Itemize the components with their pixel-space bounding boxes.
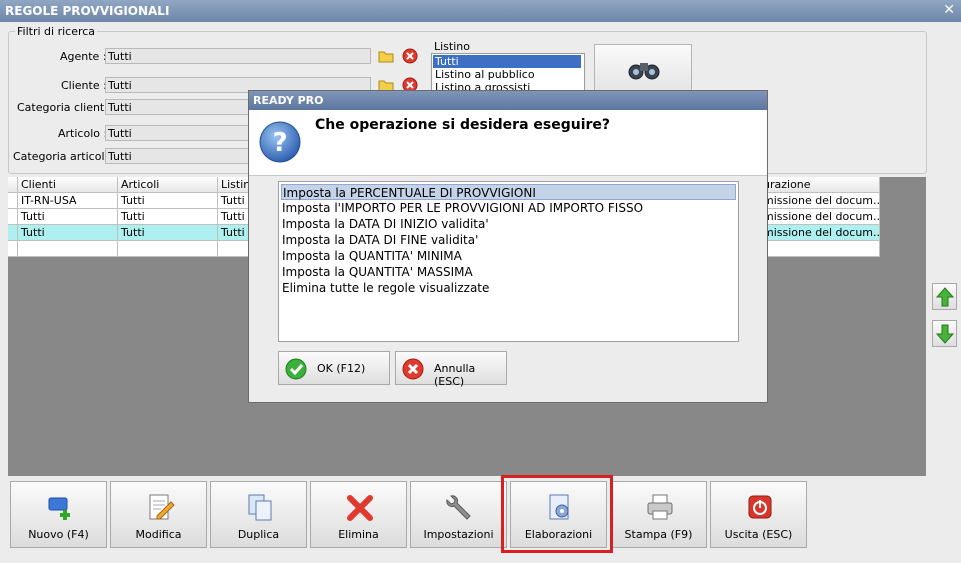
table-cell[interactable] [760,241,880,257]
dialog-title-bar: READY PRO [249,91,767,110]
list-item[interactable]: Imposta la DATA DI FINE validita' [281,232,736,248]
ok-label: OK (F12) [317,362,366,375]
uscita-label: Uscita (ESC) [724,528,793,541]
list-item[interactable]: Imposta la QUANTITA' MASSIMA [281,264,736,280]
arrow-down-icon [936,324,954,344]
printer-icon [647,494,673,520]
listino-option[interactable]: Listino al pubblico [433,68,581,81]
clear-icon[interactable] [401,47,419,65]
duplicate-icon [248,494,272,521]
binoculars-icon [628,63,660,80]
nuovo-label: Nuovo (F4) [28,528,89,541]
table-cell[interactable]: IT-RN-USA [18,193,118,209]
modifica-label: Modifica [135,528,182,541]
ok-button[interactable]: OK (F12) [278,351,390,385]
impostazioni-button[interactable]: Impostazioni [410,481,507,548]
column-header-articoli[interactable]: Articoli [118,177,218,193]
highlight-box [501,475,613,553]
table-cell[interactable]: Tutti [118,225,218,241]
operation-dialog: READY PRO ? Che operazione si desidera e… [248,90,768,403]
row-indicator [8,225,18,241]
column-header-clienti[interactable]: Clienti [18,177,118,193]
listino-label: Listino [434,40,470,53]
check-icon [285,358,307,380]
categoria-articoli-field[interactable]: Tutti [105,148,250,164]
impostazioni-label: Impostazioni [423,528,494,541]
row-header-corner [8,177,18,193]
operations-list[interactable]: Imposta la PERCENTUALE DI PROVVIGIONI Im… [278,181,739,342]
new-icon [48,497,70,520]
cliente-label: Cliente : [61,79,107,92]
listino-option[interactable]: Tutti [433,55,581,68]
agente-label: Agente : [60,50,107,63]
table-cell[interactable]: Tutti [18,209,118,225]
table-cell[interactable]: Tutti [18,225,118,241]
categoria-clienti-field[interactable]: Tutti [105,99,250,115]
svg-text:?: ? [272,128,287,158]
modifica-button[interactable]: Modifica [110,481,207,548]
cancel-icon [402,358,424,380]
close-icon[interactable]: ✕ [943,2,955,18]
stampa-button[interactable]: Stampa (F9) [610,481,707,548]
move-down-button[interactable] [932,320,957,347]
categoria-clienti-label: Categoria clienti : [17,101,115,114]
delete-icon [347,495,373,521]
table-cell[interactable] [18,241,118,257]
nuovo-button[interactable]: Nuovo (F4) [10,481,107,548]
elimina-label: Elimina [338,528,379,541]
row-indicator [8,241,18,257]
column-header-durazione[interactable]: urazione [760,177,880,193]
table-cell[interactable]: missione del docum... [760,225,880,241]
listino-listbox[interactable]: Tutti Listino al pubblico Listino a gros… [431,53,585,93]
move-up-button[interactable] [932,283,957,310]
row-indicator [8,209,18,225]
list-item[interactable]: Imposta la DATA DI INIZIO validita' [281,216,736,232]
table-cell[interactable]: missione del docum... [760,193,880,209]
dialog-question: Che operazione si desidera eseguire? [315,117,611,133]
folder-icon[interactable] [377,47,395,65]
edit-icon [149,494,175,520]
dialog-title: READY PRO [253,94,324,107]
stampa-label: Stampa (F9) [624,528,693,541]
duplica-label: Duplica [237,528,280,541]
row-indicator [8,193,18,209]
list-item[interactable]: Imposta la QUANTITA' MINIMA [281,248,736,264]
articolo-label: Articolo : [58,127,108,140]
duplica-button[interactable]: Duplica [210,481,307,548]
wrench-icon [446,495,471,520]
arrow-up-icon [936,287,954,307]
filters-group-title: Filtri di ricerca [15,25,98,38]
table-cell[interactable]: missione del docum... [760,209,880,225]
list-item[interactable]: Elimina tutte le regole visualizzate [281,280,736,296]
list-item[interactable]: Imposta la PERCENTUALE DI PROVVIGIONI [281,184,736,200]
cancel-button[interactable]: Annulla (ESC) [395,351,507,388]
uscita-button[interactable]: Uscita (ESC) [710,481,807,548]
agente-field[interactable]: Tutti [105,48,371,64]
main-window: REGOLE PROVVIGIONALI ✕ Filtri di ricerca… [0,0,961,563]
table-cell[interactable]: Tutti [118,193,218,209]
question-icon: ? [259,121,301,163]
table-cell[interactable]: Tutti [118,209,218,225]
elimina-button[interactable]: Elimina [310,481,407,548]
search-button[interactable] [594,44,692,94]
cancel-label: Annulla (ESC) [434,362,476,388]
categoria-articoli-label: Categoria articoli : [13,150,115,163]
window-title: REGOLE PROVVIGIONALI [5,4,170,18]
table-cell[interactable] [118,241,218,257]
title-bar: REGOLE PROVVIGIONALI ✕ [0,0,961,22]
articolo-field[interactable]: Tutti [105,125,250,141]
power-icon [748,495,772,519]
list-item[interactable]: Imposta l'IMPORTO PER LE PROVVIGIONI AD … [281,200,736,216]
